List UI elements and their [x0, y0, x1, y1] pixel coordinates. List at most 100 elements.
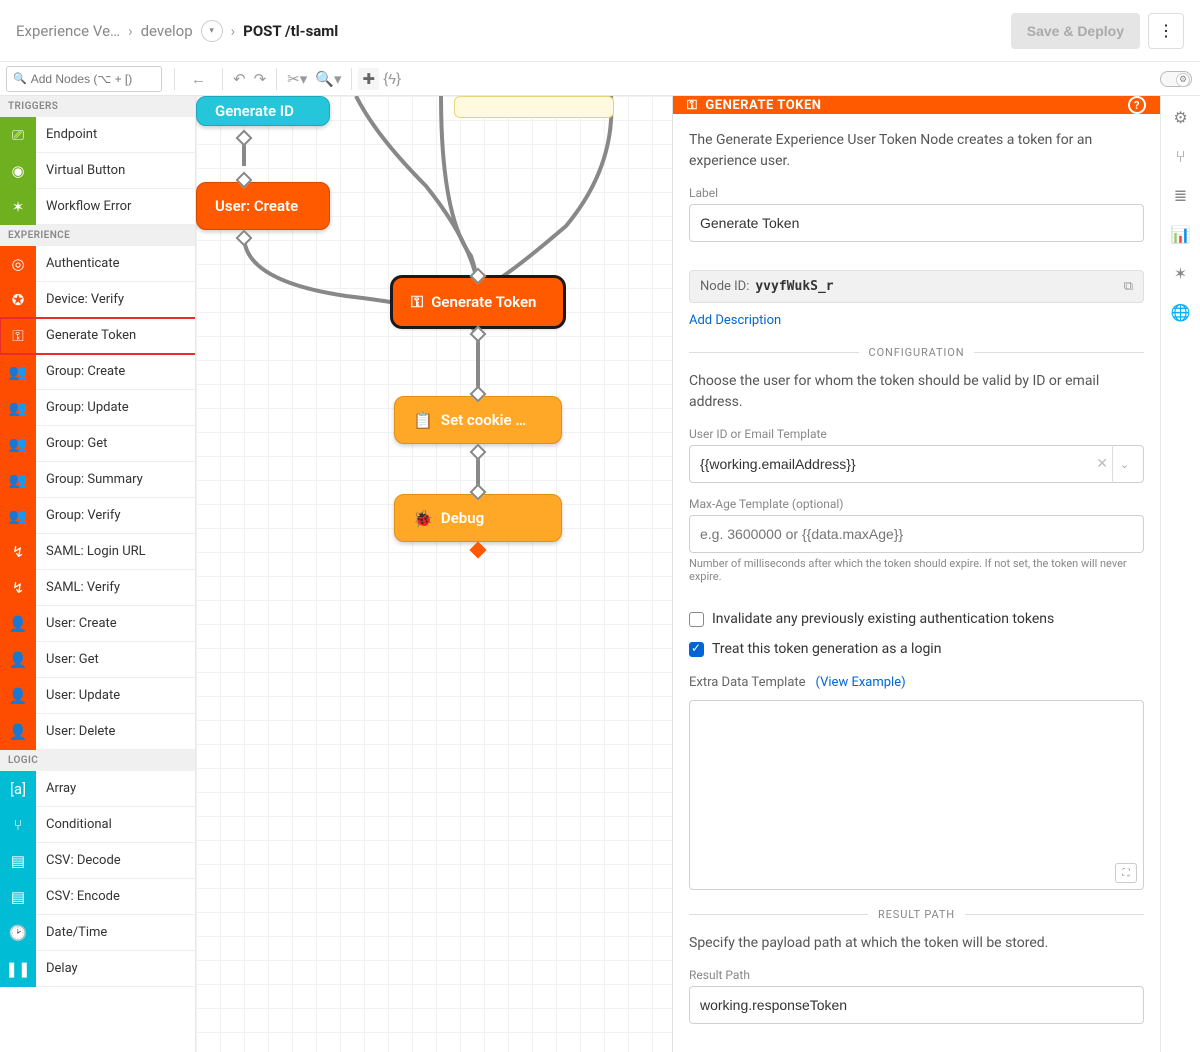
palette-saml-login[interactable]: ↯SAML: Login URL: [0, 534, 195, 570]
palette-user-update[interactable]: 👤User: Update: [0, 678, 195, 714]
globe-icon[interactable]: 🌐: [1171, 303, 1191, 322]
palette-date-time[interactable]: 🕑Date/Time: [0, 915, 195, 951]
chevron-right-icon: ›: [231, 22, 236, 40]
palette-authenticate[interactable]: ◎Authenticate: [0, 246, 195, 282]
help-icon[interactable]: ?: [1128, 96, 1146, 114]
zoom-icon[interactable]: 🔍▾: [311, 70, 345, 88]
result-path-input[interactable]: [689, 986, 1144, 1024]
error-icon: ✶: [0, 189, 36, 225]
copy-icon[interactable]: ⧉: [1124, 279, 1133, 294]
more-menu-button[interactable]: ⋮: [1148, 13, 1184, 49]
search-icon: 🔍: [13, 72, 27, 85]
palette-user-delete[interactable]: 👤User: Delete: [0, 714, 195, 750]
palette-group-create[interactable]: 👥Group: Create: [0, 354, 195, 390]
node-id-value: yvyfWukS_r: [755, 279, 833, 294]
result-path-label: Result Path: [689, 968, 1144, 982]
crumb-2[interactable]: develop: [141, 22, 193, 40]
key-icon: ⚿: [687, 98, 697, 113]
palette-delay[interactable]: ❚❚Delay: [0, 951, 195, 987]
clock-icon: 🕑: [0, 915, 36, 951]
palette-group-summary[interactable]: 👥Group: Summary: [0, 462, 195, 498]
node-generate-token[interactable]: ⚿ Generate Token: [392, 277, 564, 327]
branch-icon[interactable]: ⑂: [1176, 147, 1186, 166]
crumb-3: POST /tl-saml: [243, 22, 338, 40]
palette-device-verify[interactable]: ✪Device: Verify: [0, 282, 195, 318]
palette-endpoint[interactable]: ⎚Endpoint: [0, 117, 195, 153]
node-generate-id[interactable]: Generate ID: [196, 96, 330, 126]
gear-icon[interactable]: ⚙: [1173, 108, 1187, 127]
save-deploy-button[interactable]: Save & Deploy: [1011, 13, 1140, 49]
output-port[interactable]: [236, 230, 253, 247]
user-icon: 👤: [0, 642, 36, 678]
user-id-input[interactable]: [689, 445, 1144, 483]
palette-conditional[interactable]: ⑂Conditional: [0, 807, 195, 843]
debug-toggle[interactable]: [1160, 71, 1192, 87]
login-checkbox-row[interactable]: Treat this token generation as a login: [689, 641, 1144, 657]
palette-workflow-error[interactable]: ✶Workflow Error: [0, 189, 195, 225]
expand-icon[interactable]: ⛶: [1115, 863, 1137, 883]
config-divider: CONFIGURATION: [689, 346, 1144, 359]
topbar: Experience Ve… › develop ▾ › POST /tl-sa…: [0, 0, 1200, 62]
user-icon: 👤: [0, 714, 36, 750]
workflow-canvas[interactable]: Generate ID User: Create ⚿ Generate Toke…: [196, 96, 672, 1052]
branch-dropdown[interactable]: ▾: [201, 20, 223, 42]
breadcrumb: Experience Ve… › develop ▾ › POST /tl-sa…: [16, 20, 338, 42]
output-port[interactable]: [236, 130, 253, 147]
note-box[interactable]: [454, 96, 614, 118]
palette-user-get[interactable]: 👤User: Get: [0, 642, 195, 678]
palette-saml-verify[interactable]: ↯SAML: Verify: [0, 570, 195, 606]
palette-user-create[interactable]: 👤User: Create: [0, 606, 195, 642]
palette-group-get[interactable]: 👥Group: Get: [0, 426, 195, 462]
max-age-input[interactable]: [689, 515, 1144, 553]
max-age-label: Max-Age Template (optional): [689, 497, 1144, 511]
palette-csv-decode[interactable]: ▤CSV: Decode: [0, 843, 195, 879]
chevron-down-icon[interactable]: ⌄: [1112, 445, 1136, 483]
label-label: Label: [689, 186, 1144, 200]
palette-array[interactable]: [a]Array: [0, 771, 195, 807]
output-port[interactable]: [470, 542, 487, 559]
properties-panel: ⚿ GENERATE TOKEN ? The Generate Experien…: [672, 96, 1160, 1052]
user-icon: 👤: [0, 606, 36, 642]
node-search[interactable]: 🔍: [6, 66, 162, 92]
config-description: Choose the user for whom the token shoul…: [689, 371, 1144, 413]
main-area: TRIGGERS ⎚Endpoint ◉Virtual Button ✶Work…: [0, 96, 1200, 1052]
output-port[interactable]: [470, 444, 487, 461]
crumb-1[interactable]: Experience Ve…: [16, 22, 120, 40]
node-set-cookie[interactable]: 📋 Set cookie …: [394, 396, 562, 444]
undo-icon[interactable]: ↶: [229, 70, 250, 88]
palette-virtual-button[interactable]: ◉Virtual Button: [0, 153, 195, 189]
user-id-label: User ID or Email Template: [689, 427, 1144, 441]
checkbox-unchecked-icon[interactable]: [689, 612, 704, 627]
invalidate-checkbox-row[interactable]: Invalidate any previously existing authe…: [689, 611, 1144, 627]
node-debug[interactable]: 🐞 Debug: [394, 494, 562, 542]
label-input[interactable]: [689, 204, 1144, 242]
search-input[interactable]: [31, 72, 155, 86]
redo-icon[interactable]: ↷: [250, 70, 271, 88]
fingerprint-icon: ◎: [0, 246, 36, 282]
cut-icon[interactable]: ✂▾: [283, 70, 311, 88]
palette-group-verify[interactable]: 👥Group: Verify: [0, 498, 195, 534]
node-description: The Generate Experience User Token Node …: [689, 130, 1144, 172]
palette-csv-encode[interactable]: ▤CSV: Encode: [0, 879, 195, 915]
palette-generate-token[interactable]: ⚿Generate Token: [0, 318, 196, 354]
section-triggers: TRIGGERS: [0, 96, 195, 117]
output-port[interactable]: [470, 326, 487, 343]
extra-data-textarea[interactable]: ⛶: [689, 700, 1144, 890]
saml-icon: ↯: [0, 570, 36, 606]
format-icon[interactable]: {ϟ}: [379, 70, 405, 88]
bug-icon[interactable]: ✶: [1174, 264, 1187, 283]
database-icon[interactable]: ≣: [1174, 186, 1187, 205]
node-user-create[interactable]: User: Create: [196, 182, 330, 230]
plug-icon: ⎚: [0, 117, 36, 153]
add-description-link[interactable]: Add Description: [689, 313, 1144, 328]
view-example-link[interactable]: (View Example): [816, 675, 906, 690]
checkbox-checked-icon[interactable]: [689, 642, 704, 657]
chart-icon[interactable]: 📊: [1171, 225, 1191, 244]
csv-icon: ▤: [0, 843, 36, 879]
key-icon: ⚿: [411, 292, 423, 312]
clear-icon[interactable]: ✕: [1096, 456, 1108, 472]
palette-group-update[interactable]: 👥Group: Update: [0, 390, 195, 426]
add-node-icon[interactable]: ✚: [358, 68, 379, 90]
result-path-description: Specify the payload path at which the to…: [689, 933, 1144, 954]
nav-back-icon[interactable]: ←: [181, 70, 216, 88]
